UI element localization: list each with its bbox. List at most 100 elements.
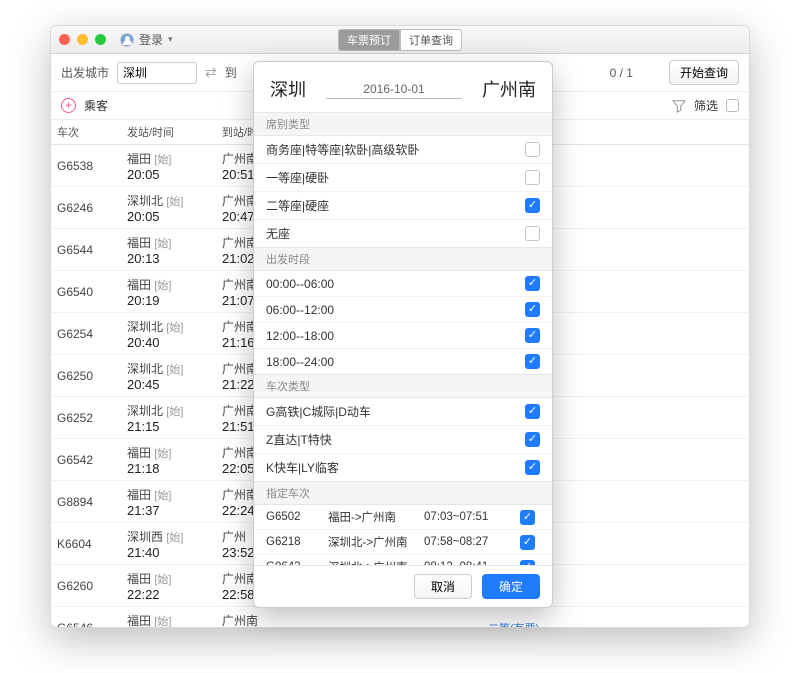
- option-label: 06:00--12:00: [266, 303, 525, 317]
- option-label: G高铁|C城际|D动车: [266, 403, 525, 420]
- login-menu[interactable]: 登录 ▾: [120, 31, 173, 48]
- checkbox[interactable]: [525, 328, 540, 343]
- swap-icon[interactable]: ⇄: [205, 64, 217, 81]
- checkbox[interactable]: [525, 432, 540, 447]
- filter-checkbox[interactable]: [726, 99, 739, 112]
- option-label: 一等座|硬卧: [266, 169, 525, 186]
- option-label: 无座: [266, 225, 525, 242]
- tab-booking[interactable]: 车票预订: [338, 29, 400, 51]
- ticket-button[interactable]: 二等(有票): [482, 618, 545, 628]
- popup-header: 深圳 2016-10-01 广州南: [254, 62, 552, 112]
- filter-icon[interactable]: [672, 99, 686, 113]
- depart-cell: 福田 [始]20:13: [121, 230, 216, 270]
- train-no: G8894: [51, 491, 121, 513]
- filter-popup: 深圳 2016-10-01 广州南 席别类型 商务座|特等座|软卧|高级软卧一等…: [253, 61, 553, 608]
- popup-from-city: 深圳: [270, 76, 306, 102]
- type-option[interactable]: G高铁|C城际|D动车: [254, 398, 552, 426]
- from-input[interactable]: [117, 62, 197, 84]
- titlebar-tabs: 车票预订 订单查询: [338, 29, 462, 51]
- depart-cell: 深圳北 [始]20:40: [121, 314, 216, 354]
- type-option[interactable]: K快车|LY临客: [254, 454, 552, 481]
- train-option[interactable]: G9642深圳北->广州南08:12~08:41: [254, 555, 552, 565]
- option-label: 商务座|特等座|软卧|高级软卧: [266, 141, 525, 158]
- train-no: G6252: [51, 407, 121, 429]
- depart-cell: 福田 [始]21:37: [121, 482, 216, 522]
- train-no: G6546: [51, 617, 121, 628]
- train-option[interactable]: G6218深圳北->广州南07:58~08:27: [254, 530, 552, 555]
- depart-cell: 深圳北 [始]21:15: [121, 398, 216, 438]
- col-depart: 发站/时间: [121, 120, 216, 144]
- from-label: 出发城市: [61, 64, 109, 81]
- train-option-no: G6502: [266, 511, 322, 523]
- checkbox[interactable]: [525, 226, 540, 241]
- checkbox[interactable]: [525, 276, 540, 291]
- train-no: G6246: [51, 197, 121, 219]
- time-option[interactable]: 06:00--12:00: [254, 297, 552, 323]
- depart-cell: 福田 [始]20:05: [121, 146, 216, 186]
- checkbox[interactable]: [525, 302, 540, 317]
- titlebar: 登录 ▾ 车票预订 订单查询: [51, 26, 749, 54]
- section-time: 出发时段: [254, 247, 552, 271]
- passenger-label: 乘客: [84, 97, 108, 114]
- depart-cell: 福田 [始]22:22: [121, 566, 216, 606]
- time-option[interactable]: 18:00--24:00: [254, 349, 552, 374]
- seat-option[interactable]: 无座: [254, 220, 552, 247]
- train-option-time: 07:03~07:51: [424, 511, 514, 523]
- zoom-icon[interactable]: [95, 34, 106, 45]
- close-icon[interactable]: [59, 34, 70, 45]
- add-passenger-icon[interactable]: [61, 98, 76, 113]
- train-option-route: 深圳北->广州南: [328, 534, 418, 550]
- cancel-button[interactable]: 取消: [414, 574, 472, 599]
- option-label: 二等座|硬座: [266, 197, 525, 214]
- login-label: 登录: [139, 31, 163, 48]
- train-option-no: G6218: [266, 536, 322, 548]
- option-label: 00:00--06:00: [266, 277, 525, 291]
- depart-cell: 福田 [始]22:40: [121, 608, 216, 628]
- checkbox[interactable]: [525, 354, 540, 369]
- filter-label: 筛选: [694, 97, 718, 114]
- depart-cell: 深圳北 [始]20:05: [121, 188, 216, 228]
- section-train-pick: 指定车次: [254, 481, 552, 505]
- avatar-icon: [120, 33, 134, 47]
- search-button[interactable]: 开始查询: [669, 60, 739, 85]
- section-seat-type: 席别类型: [254, 112, 552, 136]
- seat-option[interactable]: 商务座|特等座|软卧|高级软卧: [254, 136, 552, 164]
- option-label: 18:00--24:00: [266, 355, 525, 369]
- train-option-route: 福田->广州南: [328, 509, 418, 525]
- checkbox[interactable]: [525, 170, 540, 185]
- popup-footer: 取消 确定: [254, 565, 552, 607]
- depart-cell: 福田 [始]21:18: [121, 440, 216, 480]
- minimize-icon[interactable]: [77, 34, 88, 45]
- seat-option[interactable]: 一等座|硬卧: [254, 164, 552, 192]
- seat-option[interactable]: 二等座|硬座: [254, 192, 552, 220]
- option-label: 12:00--18:00: [266, 329, 525, 343]
- table-row[interactable]: G6546福田 [始]22:40广州南23:20 二等(有票): [51, 607, 749, 627]
- train-no: G6260: [51, 575, 121, 597]
- time-option[interactable]: 12:00--18:00: [254, 323, 552, 349]
- checkbox[interactable]: [525, 198, 540, 213]
- pager: 0 / 1: [610, 66, 633, 80]
- depart-cell: 深圳北 [始]20:45: [121, 356, 216, 396]
- section-train-type: 车次类型: [254, 374, 552, 398]
- time-option[interactable]: 00:00--06:00: [254, 271, 552, 297]
- ok-button[interactable]: 确定: [482, 574, 540, 599]
- popup-date[interactable]: 2016-10-01: [306, 82, 482, 96]
- train-no: G6540: [51, 281, 121, 303]
- type-option[interactable]: Z直达|T特快: [254, 426, 552, 454]
- train-no: G6250: [51, 365, 121, 387]
- ticket-cell: 二等(有票): [476, 614, 749, 628]
- tab-orders[interactable]: 订单查询: [400, 29, 462, 51]
- checkbox[interactable]: [525, 404, 540, 419]
- checkbox[interactable]: [520, 535, 535, 550]
- checkbox[interactable]: [525, 460, 540, 475]
- checkbox[interactable]: [520, 510, 535, 525]
- to-label: 到: [225, 64, 237, 81]
- train-option[interactable]: G6502 福田->广州南 07:03~07:51: [254, 505, 552, 530]
- checkbox[interactable]: [525, 142, 540, 157]
- arrive-cell: 广州南23:20: [216, 608, 476, 628]
- option-label: Z直达|T特快: [266, 431, 525, 448]
- train-no: K6604: [51, 533, 121, 555]
- chevron-down-icon: ▾: [168, 34, 173, 45]
- depart-cell: 深圳西 [始]21:40: [121, 524, 216, 564]
- window-controls: [59, 34, 106, 45]
